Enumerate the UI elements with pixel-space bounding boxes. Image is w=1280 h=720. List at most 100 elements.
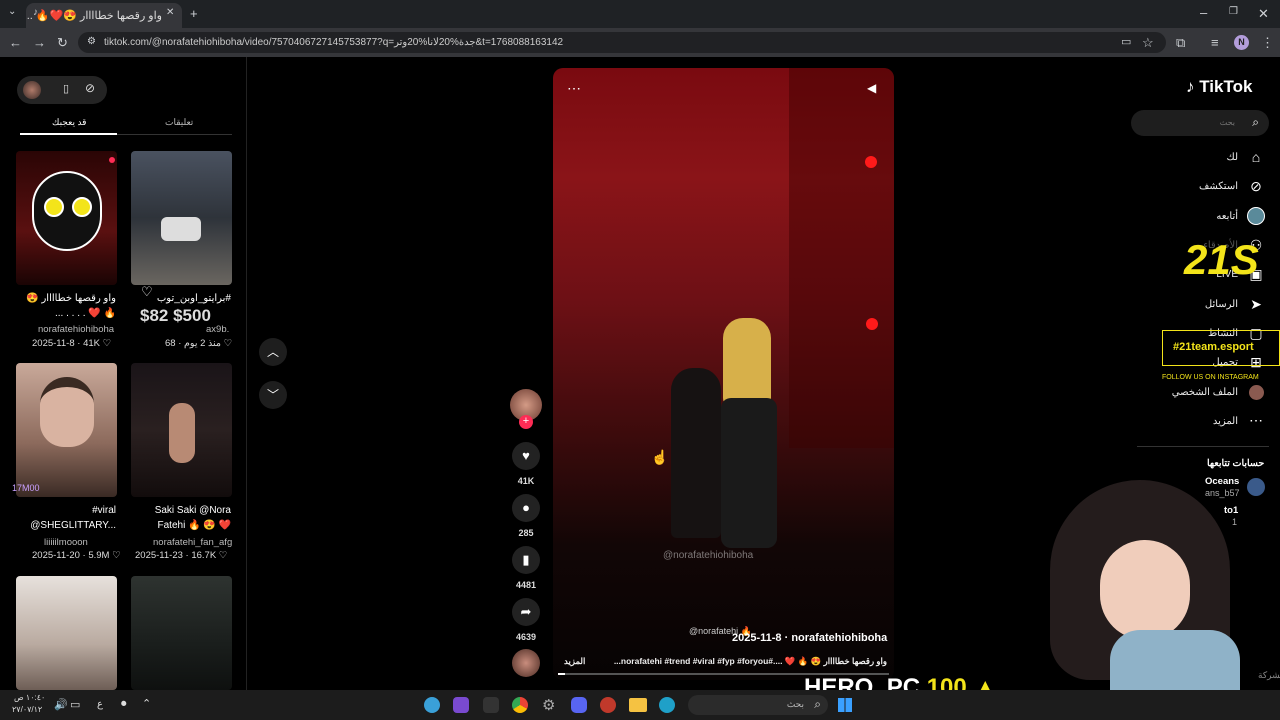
video-caption[interactable]: Saki Saki @Nora: [131, 505, 231, 516]
tab-you-may-like[interactable]: قد يعجبك: [52, 117, 86, 128]
nav-messages[interactable]: الرسائل: [1205, 299, 1238, 310]
discord-icon[interactable]: [571, 697, 587, 713]
video-thumbnail[interactable]: [16, 576, 117, 690]
share-count: 4639: [515, 632, 537, 642]
close-window-icon[interactable]: ✕: [1258, 7, 1269, 20]
restore-icon[interactable]: ❐: [1229, 7, 1238, 17]
chrome-icon[interactable]: [512, 697, 528, 713]
following-heading: حسابات تتابعها: [1207, 458, 1265, 469]
follow-button[interactable]: +: [519, 415, 533, 429]
team-tag-box: #21team.esport: [1162, 330, 1280, 366]
video-user[interactable]: ax9b.: [206, 324, 229, 335]
url-field[interactable]: tiktok.com/@norafatehiohiboha/video/7570…: [78, 32, 1166, 53]
browser-tab[interactable]: واو رقصها خطاااار 😍❤️🔥 ...: [26, 3, 182, 28]
tab-favicon-icon: ♪: [33, 7, 38, 18]
share-button[interactable]: ➦: [512, 598, 540, 626]
save-button[interactable]: ▮: [512, 546, 540, 574]
settings-icon[interactable]: ⚙: [542, 696, 555, 714]
video-description: واو رقصها خطاااار 😍 🔥 ❤️ ....#norafatehi…: [613, 656, 887, 666]
network-icon[interactable]: ▭: [70, 698, 80, 711]
search-icon[interactable]: ⌕: [1252, 115, 1259, 130]
mic-icon[interactable]: ⏺: [121, 698, 127, 711]
language-indicator[interactable]: ع: [97, 699, 103, 710]
taskbar-date: ٢٧/٠٧/١٢: [12, 705, 43, 714]
nav-more[interactable]: المزيد: [1213, 416, 1238, 427]
tab-search-icon[interactable]: ⌄: [8, 7, 16, 17]
taskbar-search[interactable]: بحث ⌕: [688, 695, 828, 715]
nav-explore[interactable]: استكشف: [1199, 181, 1238, 192]
media-icon[interactable]: ≡: [1211, 36, 1219, 49]
video-player[interactable]: @norafatehiohiboha ⋯ ◀ @norafatehi 🔥: [553, 68, 894, 680]
next-video-button[interactable]: ﹀: [259, 381, 287, 409]
video-meta: 2025-11-20 · 5.9M ♡: [32, 550, 121, 561]
avatar[interactable]: [23, 81, 41, 99]
music-disc[interactable]: [512, 649, 540, 677]
video-caption: @SHEGLITTARY...: [30, 520, 116, 531]
cast-icon[interactable]: ▭: [1121, 37, 1131, 48]
compass-icon[interactable]: ⊘: [85, 81, 95, 95]
back-icon[interactable]: ←: [9, 36, 22, 49]
video-thumbnail[interactable]: [16, 151, 117, 285]
address-bar: ← → ↻ tiktok.com/@norafatehiohiboha/vide…: [0, 28, 1280, 57]
volume-icon[interactable]: ◀: [867, 81, 876, 95]
hoodie-shape: [1110, 630, 1240, 690]
start-icon[interactable]: [838, 698, 852, 712]
home-icon: ⌂: [1251, 149, 1261, 165]
video-caption[interactable]: #برايتو_اوبن_توب: [131, 293, 231, 304]
minimize-icon[interactable]: –: [1200, 6, 1207, 19]
video-caption[interactable]: واو رقصها خطاااار 😍: [20, 293, 116, 304]
nav-following[interactable]: أتابعه: [1216, 211, 1238, 222]
nav-for-you[interactable]: لك: [1227, 152, 1238, 163]
previous-video-button[interactable]: ︿: [259, 338, 287, 366]
footer-company[interactable]: الشركة: [1258, 670, 1280, 681]
new-tab-icon[interactable]: +: [190, 7, 198, 20]
video-thumbnail[interactable]: [131, 363, 232, 497]
folder-icon[interactable]: [629, 698, 647, 712]
app-icon[interactable]: [453, 697, 469, 713]
more-options-icon[interactable]: ⋯: [567, 80, 581, 97]
recommendations-panel: ▯ ⊘ تعليقات قد يعجبك واو رقصها خطاااار 😍…: [0, 57, 247, 690]
tab-comments[interactable]: تعليقات: [165, 117, 193, 128]
app-icon[interactable]: [424, 697, 440, 713]
profile-avatar[interactable]: N: [1234, 35, 1249, 50]
tiktok-logo[interactable]: ♪ TikTok: [1186, 77, 1252, 97]
video-user[interactable]: norafatehi_fan_afg: [153, 537, 232, 548]
musician-figure: [671, 368, 721, 538]
app-icon[interactable]: [483, 697, 499, 713]
video-caption: Fatehi 🔥 😍 ❤️: [157, 520, 231, 531]
comment-button[interactable]: ●: [512, 494, 540, 522]
extensions-icon[interactable]: ⧉: [1176, 36, 1185, 49]
close-tab-icon[interactable]: ✕: [166, 8, 174, 18]
like-button[interactable]: ♥: [512, 442, 540, 470]
chevron-up-icon[interactable]: ⌃: [142, 697, 151, 710]
avatar-character: [1040, 470, 1240, 690]
video-user[interactable]: liiiiilmooon: [44, 537, 88, 548]
tab-title: واو رقصها خطاااار 😍❤️🔥 ...: [26, 10, 162, 22]
viewer-badge: 17M00: [12, 483, 40, 493]
search-placeholder: بحث: [1219, 118, 1235, 127]
video-user[interactable]: norafatehiohiboha: [38, 324, 114, 335]
compass-icon: ⊘: [1250, 178, 1262, 194]
app-icon[interactable]: [600, 697, 616, 713]
forward-icon[interactable]: →: [33, 36, 46, 49]
reload-icon[interactable]: ↻: [57, 36, 68, 49]
bookmark-star-icon[interactable]: ☆: [1142, 36, 1154, 49]
team-tag: #21team.esport: [1173, 341, 1254, 353]
video-caption[interactable]: viral#: [16, 505, 116, 516]
red-light: [866, 318, 878, 330]
video-author[interactable]: 2025-11-8 · norafatehiohiboha: [732, 632, 887, 644]
search-field[interactable]: بحث ⌕: [1131, 110, 1269, 136]
more-icon: ⋯: [1249, 412, 1263, 428]
menu-icon[interactable]: ⋮: [1261, 36, 1274, 49]
site-info-icon[interactable]: ⚙: [87, 37, 96, 47]
volume-icon[interactable]: 🔊: [54, 698, 68, 711]
edge-icon[interactable]: [659, 697, 675, 713]
more-link[interactable]: المزيد: [564, 656, 585, 667]
profile-avatar: [1249, 385, 1264, 400]
video-thumbnail[interactable]: [16, 363, 117, 497]
following-avatar[interactable]: [1247, 478, 1265, 496]
video-thumbnail[interactable]: [131, 576, 232, 690]
nav-profile[interactable]: الملف الشخصي: [1172, 387, 1238, 398]
video-thumbnail[interactable]: [131, 151, 232, 285]
phone-icon[interactable]: ▯: [63, 82, 69, 95]
